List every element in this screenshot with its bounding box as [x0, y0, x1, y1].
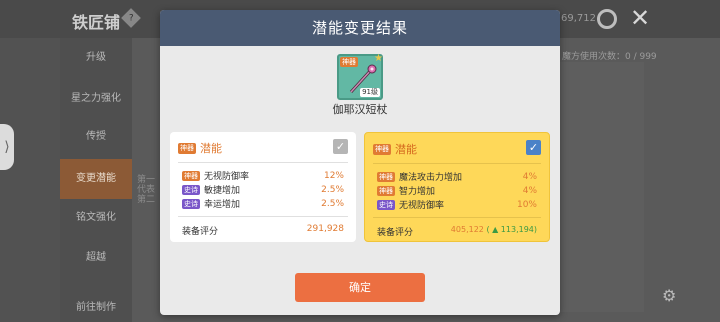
stat-name: 无视防御率 — [204, 172, 250, 182]
stat-row: 神器 智力增加 4% — [377, 184, 537, 197]
divider — [373, 163, 541, 164]
stat-row: 神器 魔法攻击力增加 4% — [377, 170, 537, 183]
old-potential-checkbox[interactable]: ✓ — [333, 139, 348, 154]
stat-row: 神器 无视防御率 12% — [182, 169, 344, 182]
grade-badge: 神器 — [377, 185, 395, 196]
score-label: 装备评分 — [377, 228, 414, 238]
sidebar-item-upgrade[interactable]: 升级 — [60, 38, 132, 78]
stat-value: 12% — [323, 170, 344, 181]
divider — [178, 216, 348, 217]
item-grade-tag: 神器 — [340, 57, 358, 67]
divider — [373, 217, 541, 218]
stat-value: 4% — [522, 171, 537, 182]
sidebar-item-transfer[interactable]: 传授 — [60, 117, 132, 157]
currency-value: 69,712 — [561, 13, 596, 24]
score-label: 装备评分 — [182, 227, 219, 237]
confirm-button[interactable]: 确定 — [295, 273, 425, 302]
panel-title: 潜能 — [200, 142, 222, 155]
old-potential-panel[interactable]: 神器 潜能 ✓ 神器 无视防御率 12% 史诗 敏捷增加 2.5% 史诗 幸运增… — [170, 132, 356, 242]
item-slot: 神器 ★ 91级 — [337, 53, 383, 100]
score-value: 405,122 — [450, 225, 484, 234]
sidebar-item-transcend[interactable]: 超越 — [60, 238, 132, 278]
stat-value: 2.5% — [321, 184, 344, 195]
grade-badge: 神器 — [182, 170, 200, 181]
stat-value: 4% — [522, 185, 537, 196]
score-row: 装备评分 405,122 ( ▲ 113,194) — [377, 225, 537, 238]
gear-icon[interactable] — [597, 9, 617, 29]
grade-badge: 史诗 — [182, 198, 200, 209]
sidebar-item-inscription[interactable]: 铭文强化 — [60, 198, 132, 238]
grade-tag: 神器 — [373, 143, 391, 155]
stat-row: 史诗 敏捷增加 2.5% — [182, 183, 344, 196]
panel-title: 潜能 — [395, 143, 417, 156]
side-expand-button[interactable]: ⟩ — [0, 124, 14, 170]
stat-name: 智力增加 — [399, 187, 436, 197]
stat-name: 敏捷增加 — [204, 186, 241, 196]
background-right-panel — [560, 62, 644, 312]
score-row: 装备评分 291,928 — [182, 224, 344, 237]
item-level: 91级 — [360, 88, 380, 97]
background-text: 第一 代表 第二 — [137, 175, 156, 205]
stat-row: 史诗 幸运增加 2.5% — [182, 197, 344, 210]
dialog-title: 潜能变更结果 — [160, 10, 560, 46]
stat-value: 2.5% — [321, 198, 344, 209]
score-delta: ( ▲ 113,194) — [486, 225, 537, 234]
new-potential-panel[interactable]: 神器 潜能 ✓ 神器 魔法攻击力增加 4% 神器 智力增加 4% 史诗 无视防御… — [364, 132, 550, 242]
star-icon: ★ — [374, 53, 383, 64]
stat-row: 史诗 无视防御率 10% — [377, 198, 537, 211]
grade-tag: 神器 — [178, 142, 196, 154]
sidebar-item-potential[interactable]: 变更潜能 — [60, 159, 132, 199]
potential-result-dialog: 潜能变更结果 神器 ★ 91级 伽耶汉短杖 神器 潜能 ✓ 神器 无视防御率 1… — [160, 10, 560, 315]
stat-value: 10% — [516, 199, 537, 210]
grade-badge: 神器 — [377, 171, 395, 182]
stat-name: 魔法攻击力增加 — [399, 173, 463, 183]
stat-name: 幸运增加 — [204, 200, 241, 210]
score-value: 291,928 — [306, 224, 344, 234]
page-title: 铁匠铺 — [72, 13, 121, 32]
item-name: 伽耶汉短杖 — [332, 103, 388, 116]
cube-usage-count: 魔方使用次数：0 / 999 — [562, 52, 657, 62]
sidebar-item-starforce[interactable]: 星之力强化 — [60, 79, 132, 119]
grade-badge: 史诗 — [377, 199, 395, 210]
settings-icon[interactable]: ⚙ — [662, 286, 676, 305]
new-potential-checkbox[interactable]: ✓ — [526, 140, 541, 155]
grade-badge: 史诗 — [182, 184, 200, 195]
stat-name: 无视防御率 — [399, 201, 445, 211]
sidebar-item-craft[interactable]: 前往制作 — [60, 288, 132, 322]
divider — [178, 162, 348, 163]
close-icon[interactable]: ✕ — [630, 4, 650, 32]
